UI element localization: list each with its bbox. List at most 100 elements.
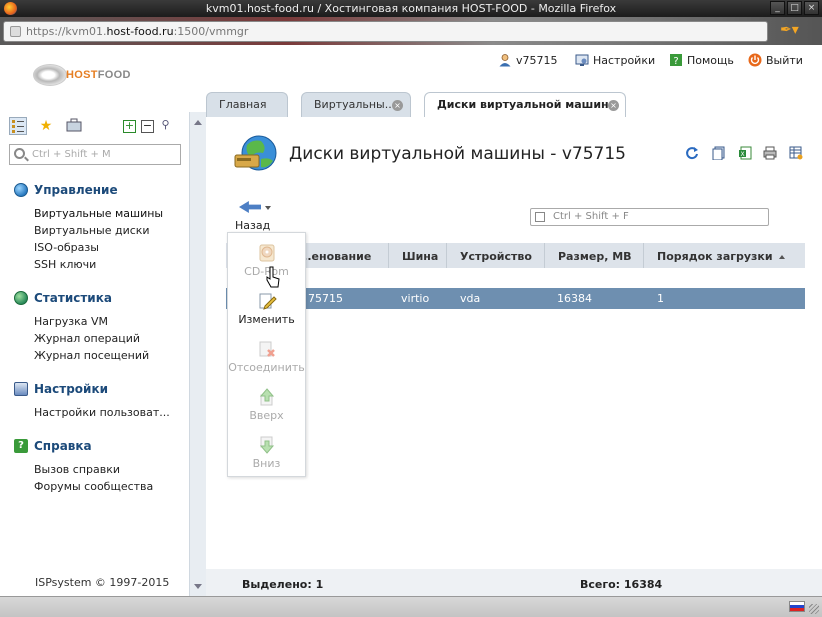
filter-grid-icon	[535, 212, 545, 222]
sidebar-scrollbar[interactable]	[189, 112, 206, 596]
cell-bus: virtio	[401, 292, 430, 305]
scroll-up-icon[interactable]	[194, 120, 202, 125]
sidebar: ★ + − ⚲ Ctrl + Shift + M Управление Вирт…	[0, 112, 189, 596]
favorites-star-icon[interactable]: ★	[37, 117, 55, 135]
russian-flag-icon[interactable]	[789, 601, 805, 612]
move-up-button[interactable]: Вверх	[228, 387, 305, 422]
table-header: ...енование Шина Устройство Размер, MB П…	[226, 243, 805, 268]
user-icon	[499, 54, 511, 67]
settings-link[interactable]: Настройки	[575, 53, 655, 67]
hostfood-logo: HOSTFOOD	[33, 64, 131, 86]
table-settings-icon[interactable]	[789, 146, 803, 160]
navigation-toolbar: https://kvm01.host-food.ru:1500/vmmgr	[0, 17, 822, 45]
table-filter-input[interactable]: Ctrl + Shift + F	[530, 208, 769, 226]
sidebar-item-virtual-disks[interactable]: Виртуальные диски	[34, 224, 150, 237]
help-label: Помощь	[687, 53, 734, 67]
table-row[interactable]: 75715 virtio vda 16384 1	[226, 288, 805, 309]
detach-button[interactable]: Отсоединить	[228, 339, 305, 374]
arrow-up-icon	[259, 388, 274, 406]
sidebar-group-settings[interactable]: Настройки	[14, 382, 108, 396]
cell-name: 75715	[308, 292, 343, 305]
selected-count: Выделено: 1	[242, 578, 324, 591]
print-icon[interactable]	[763, 146, 777, 160]
sidebar-group-help[interactable]: ? Справка	[14, 439, 92, 453]
status-bar: Выделено: 1 Всего: 16384	[206, 569, 822, 596]
vm-globe-icon	[234, 135, 277, 171]
url-prefix: https://kvm01.	[26, 25, 107, 38]
sidebar-item-call-help[interactable]: Вызов справки	[34, 463, 120, 476]
browser-statusbar	[0, 596, 822, 617]
window-titlebar: kvm01.host-food.ru / Хостинговая компани…	[0, 0, 822, 17]
new-window-icon[interactable]	[712, 146, 726, 160]
cd-rom-icon	[259, 244, 274, 262]
total-count: Всего: 16384	[580, 578, 663, 591]
user-menu[interactable]: v75715	[498, 53, 558, 67]
sidebar-item-user-settings[interactable]: Настройки пользоват...	[34, 406, 170, 419]
close-window-button[interactable]: ×	[804, 1, 819, 15]
excel-export-icon[interactable]: X	[738, 146, 752, 160]
sidebar-item-virtual-machines[interactable]: Виртуальные машины	[34, 207, 163, 220]
window-title: kvm01.host-food.ru / Хостинговая компани…	[205, 2, 617, 15]
move-down-button[interactable]: Вниз	[228, 435, 305, 470]
menu-tree-icon[interactable]	[9, 117, 27, 135]
maximize-button[interactable]: □	[787, 1, 802, 15]
sidebar-item-ssh-keys[interactable]: SSH ключи	[34, 258, 96, 271]
column-header-device[interactable]: Устройство	[446, 243, 544, 268]
sidebar-item-visits-log[interactable]: Журнал посещений	[34, 349, 149, 362]
page-title: Диски виртуальной машины - v75715	[289, 144, 626, 164]
sidebar-group-management[interactable]: Управление	[14, 183, 118, 197]
collapse-all-button[interactable]: −	[141, 120, 154, 133]
minimize-button[interactable]: _	[770, 1, 785, 15]
briefcase-icon[interactable]	[65, 117, 83, 135]
sidebar-item-community-forums[interactable]: Форумы сообщества	[34, 480, 153, 493]
logout-label: Выйти	[766, 53, 803, 67]
management-globe-icon	[14, 183, 28, 197]
url-suffix: :1500/vmmgr	[173, 25, 249, 38]
svg-text:X: X	[740, 151, 744, 158]
url-bar[interactable]: https://kvm01.host-food.ru:1500/vmmgr	[3, 21, 768, 42]
pin-icon[interactable]: ⚲	[159, 119, 172, 133]
url-host: host-food.ru	[106, 25, 174, 38]
chevron-down-icon[interactable]	[265, 206, 271, 210]
help-icon: ?	[670, 54, 682, 67]
column-header-boot-order[interactable]: Порядок загрузки	[643, 243, 805, 268]
expand-all-button[interactable]: +	[123, 120, 136, 133]
help-link[interactable]: ? Помощь	[669, 53, 734, 67]
settings-icon	[575, 54, 589, 66]
settings-label: Настройки	[593, 53, 656, 67]
menu-search-input[interactable]: Ctrl + Shift + M	[9, 144, 181, 165]
resize-grip-icon[interactable]	[809, 604, 819, 614]
tab-bar: Главная Виртуальны... × › Диски виртуаль…	[206, 89, 822, 135]
logout-link[interactable]: Выйти	[748, 53, 803, 67]
edit-button[interactable]: Изменить	[228, 291, 305, 326]
sidebar-item-operations-log[interactable]: Журнал операций	[34, 332, 140, 345]
sidebar-group-statistics[interactable]: Статистика	[14, 291, 112, 305]
sidebar-item-iso-images[interactable]: ISO-образы	[34, 241, 99, 254]
mouse-cursor-icon	[266, 266, 280, 288]
power-icon	[748, 53, 762, 67]
cell-device: vda	[460, 292, 481, 305]
edit-pencil-icon	[259, 293, 277, 310]
column-header-bus[interactable]: Шина	[388, 243, 446, 268]
refresh-icon[interactable]	[685, 146, 699, 160]
tab-virtual-machines[interactable]: Виртуальны... ×	[301, 92, 411, 117]
settings-group-icon	[14, 382, 28, 396]
site-identity-icon[interactable]	[10, 26, 21, 37]
column-header-size[interactable]: Размер, MB	[544, 243, 643, 268]
tab-vm-disks[interactable]: Диски виртуальной машины ... ×	[424, 92, 626, 135]
help-group-icon: ?	[14, 439, 28, 453]
close-icon[interactable]: ×	[608, 100, 619, 111]
scroll-down-icon[interactable]	[194, 584, 202, 589]
addon-menu-icon[interactable]: ✒▾	[780, 21, 808, 39]
user-name: v75715	[516, 53, 558, 67]
close-icon[interactable]: ×	[392, 100, 403, 111]
cell-boot-order: 1	[657, 292, 664, 305]
sidebar-item-vm-load[interactable]: Нагрузка VM	[34, 315, 108, 328]
back-arrow-icon	[239, 201, 261, 213]
logo-swirl-icon	[33, 64, 67, 86]
back-button[interactable]: Назад	[234, 198, 274, 234]
copyright-footer: ISPsystem © 1997-2015	[35, 576, 170, 589]
tab-home[interactable]: Главная	[206, 92, 288, 117]
statistics-globe-icon	[14, 291, 28, 305]
firefox-icon[interactable]	[4, 2, 17, 15]
